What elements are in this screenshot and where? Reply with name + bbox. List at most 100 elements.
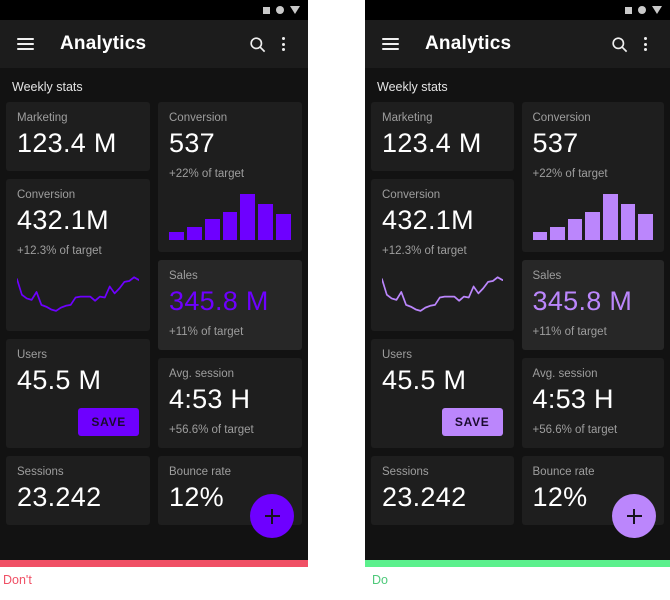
card-sales[interactable]: Sales 345.8 M +11% of target [158,260,302,351]
card-sessions[interactable]: Sessions 23.242 [371,456,514,526]
card-label: Sessions [382,466,429,479]
add-fab-button[interactable] [612,494,656,538]
square-icon [625,6,632,14]
page-title: Analytics [425,33,512,54]
card-label: Conversion [382,189,441,202]
phone-panel-do: Analytics Weekly stats Marketing 123.4 M [365,0,670,564]
bar-chart [169,192,292,241]
card-actions: SAVE [382,408,503,437]
app-bar: Analytics [365,20,670,68]
card-value: 537 [532,128,579,158]
card-value: 345.8 M [169,286,269,317]
cards-column-left: Marketing 123.4 M Conversion 432.1M +12.… [6,102,150,526]
card-label: Conversion [532,112,591,124]
hamburger-menu-icon[interactable] [377,31,403,57]
card-value: 4:53 H [169,384,251,415]
card-conversion-count[interactable]: Conversion 537 +22% of target [521,102,664,253]
do-indicator-bar [365,560,670,567]
search-icon[interactable] [606,31,632,57]
card-subtitle: +12.3% of target [17,245,102,258]
bar-3 [204,218,220,241]
status-bar [365,0,670,20]
dashboard-content: Weekly stats Marketing 123.4 M Conversio… [0,68,308,564]
bar-4 [222,212,238,241]
bar-6 [620,203,636,241]
card-label: Bounce rate [169,466,232,479]
card-conversion[interactable]: Conversion 432.1M +12.3% of target [6,179,150,332]
bar-7 [276,214,292,241]
card-label: Sessions [17,466,64,479]
more-vertical-icon[interactable] [270,31,296,57]
dont-indicator-bar [0,560,308,567]
card-marketing[interactable]: Marketing 123.4 M [371,102,514,172]
card-conversion-count[interactable]: Conversion 537 +22% of target [158,102,302,253]
bar-2 [550,226,565,241]
cards-column-left: Marketing 123.4 M Conversion 432.1M +12.… [371,102,514,526]
card-value: 23.242 [382,482,467,513]
card-value: 123.4 M [17,128,117,158]
bar-1 [532,232,548,241]
bar-6 [258,203,274,241]
card-label: Avg. session [169,368,234,381]
card-sales[interactable]: Sales 345.8 M +11% of target [521,260,664,351]
bar-5 [603,193,618,241]
add-fab-button[interactable] [250,494,294,538]
card-value: 537 [169,128,215,158]
card-label: Users [382,349,413,362]
card-subtitle: +56.6% of target [169,424,254,437]
card-sessions[interactable]: Sessions 23.242 [6,456,150,526]
phone-panel-dont: Analytics Weekly stats Marketing 123.4 M [0,0,308,564]
status-bar [0,0,308,20]
card-label: Sales [532,270,562,283]
plus-icon [264,508,280,524]
card-value: 432.1M [17,205,109,236]
card-avg-session[interactable]: Avg. session 4:53 H +56.6% of target [521,358,664,449]
card-label: Users [17,349,48,362]
card-conversion[interactable]: Conversion 432.1M +12.3% of target [371,179,514,332]
bar-5 [240,193,256,241]
card-value: 23.242 [17,482,102,513]
hamburger-menu-icon[interactable] [12,31,38,57]
comparison-figure: Analytics Weekly stats Marketing 123.4 M [0,0,670,600]
card-value: 4:53 H [532,384,614,415]
card-subtitle: +22% of target [532,168,608,181]
bar-1 [169,232,184,241]
card-actions: SAVE [17,408,139,437]
card-users[interactable]: Users 45.5 M SAVE [371,339,514,449]
dashboard-content: Weekly stats Marketing 123.4 M Conversio… [365,68,670,564]
card-subtitle: +12.3% of target [382,245,467,258]
card-label: Avg. session [532,368,598,381]
card-marketing[interactable]: Marketing 123.4 M [6,102,150,172]
circle-icon [638,6,646,14]
section-title: Weekly stats [377,80,448,94]
search-icon[interactable] [244,31,270,57]
card-value: 123.4 M [382,128,482,158]
app-bar: Analytics [0,20,308,68]
triangle-down-icon [652,6,662,14]
save-button[interactable]: SAVE [441,408,503,437]
triangle-down-icon [290,6,300,14]
cards-grid: Marketing 123.4 M Conversion 432.1M +12.… [6,102,302,526]
bar-chart [532,192,654,241]
more-vertical-icon[interactable] [632,31,658,57]
sparkline-chart [382,265,503,319]
cards-column-right: Conversion 537 +22% of target Sales 345.… [158,102,302,526]
save-button[interactable]: SAVE [78,408,139,437]
card-label: Conversion [17,189,76,202]
do-caption: Do [372,573,388,587]
card-value: 345.8 M [532,286,633,317]
card-label: Conversion [169,112,228,124]
card-value: 45.5 M [382,365,467,396]
page-title: Analytics [60,33,147,54]
square-icon [263,6,270,14]
plus-icon [626,508,642,524]
card-subtitle: +11% of target [532,326,607,339]
card-label: Marketing [17,112,68,124]
card-subtitle: +22% of target [169,168,245,181]
card-avg-session[interactable]: Avg. session 4:53 H +56.6% of target [158,358,302,449]
card-label: Marketing [382,112,433,124]
card-users[interactable]: Users 45.5 M SAVE [6,339,150,449]
bar-4 [585,212,601,241]
bar-2 [186,226,202,241]
card-subtitle: +11% of target [169,326,244,339]
